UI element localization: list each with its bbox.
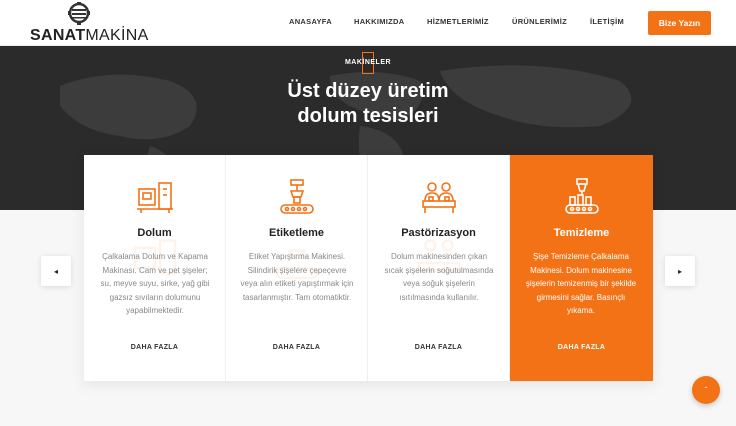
hero-title-line-2: dolum tesisleri	[297, 105, 439, 127]
card-pastorizasyon[interactable]: Pastörizasyon Dolum makinesinden çıkan s…	[368, 155, 510, 381]
card-description: Etiket Yapıştırma Makinesi. Silindirik ş…	[240, 252, 354, 302]
read-more-link[interactable]: DAHA FAZLA	[510, 344, 653, 351]
read-more-link[interactable]: DAHA FAZLA	[226, 344, 367, 351]
card-description: Dolum makinesinden çıkan sıcak şişelerin…	[384, 252, 494, 302]
nav-item-about[interactable]: HAKKIMIZDA	[354, 17, 405, 26]
nav-item-services[interactable]: HİZMETLERİMİZ	[427, 17, 489, 26]
card-dolum[interactable]: Dolum Çalkalama Dolum ve Kapama Makinası…	[84, 155, 226, 381]
nav-item-contact[interactable]: İLETİŞİM	[590, 17, 624, 26]
card-title: Pastörizasyon	[401, 227, 476, 239]
chevron-up-icon: ˆ	[704, 385, 708, 395]
contact-us-button[interactable]: Bize Yazın	[648, 11, 711, 35]
card-description: Şişe Temizleme Çalkalama Makinesi. Dolum…	[525, 252, 637, 315]
site-header: SANATMAKİNA ANASAYFA HAKKIMIZDA HİZMETLE…	[0, 0, 736, 46]
chevron-left-icon: ◂	[53, 266, 58, 276]
nav-item-products[interactable]: ÜRÜNLERİMİZ	[512, 17, 567, 26]
hero-title: Üst düzey üretim dolum tesisleri	[0, 79, 736, 129]
card-description: Çalkalama Dolum ve Kapama Makinası. Cam …	[100, 252, 210, 315]
logo[interactable]: SANATMAKİNA	[30, 2, 148, 44]
card-title: Etiketleme	[268, 227, 325, 239]
filling-machine-icon	[136, 182, 173, 213]
labeling-machine-icon	[279, 179, 314, 214]
read-more-link[interactable]: DAHA FAZLA	[368, 344, 509, 351]
nav-item-home[interactable]: ANASAYFA	[289, 17, 332, 26]
card-title: Dolum	[137, 227, 172, 239]
hero-title-line-1: Üst düzey üretim	[287, 80, 449, 102]
section-eyebrow: MAKİNELER	[344, 59, 392, 66]
gear-logo-icon	[68, 2, 90, 25]
pasteurization-icon	[421, 182, 456, 213]
machine-cards: Dolum Çalkalama Dolum ve Kapama Makinası…	[84, 155, 653, 381]
chevron-right-icon: ▸	[677, 266, 682, 276]
logo-text: SANATMAKİNA	[30, 27, 149, 44]
page: SANATMAKİNA ANASAYFA HAKKIMIZDA HİZMETLE…	[0, 0, 736, 426]
card-title: Temizleme	[553, 227, 610, 239]
read-more-link[interactable]: DAHA FAZLA	[84, 344, 225, 351]
cleaning-machine-icon	[564, 178, 599, 214]
slider-next-button[interactable]: ▸	[665, 256, 695, 286]
card-etiketleme[interactable]: Etiketleme Etiket Yapıştırma Makinesi. S…	[226, 155, 368, 381]
card-temizleme[interactable]: Temizleme Şişe Temizleme Çalkalama Makin…	[510, 155, 653, 381]
scroll-to-top-button[interactable]: ˆ	[692, 376, 720, 404]
slider-prev-button[interactable]: ◂	[41, 256, 71, 286]
